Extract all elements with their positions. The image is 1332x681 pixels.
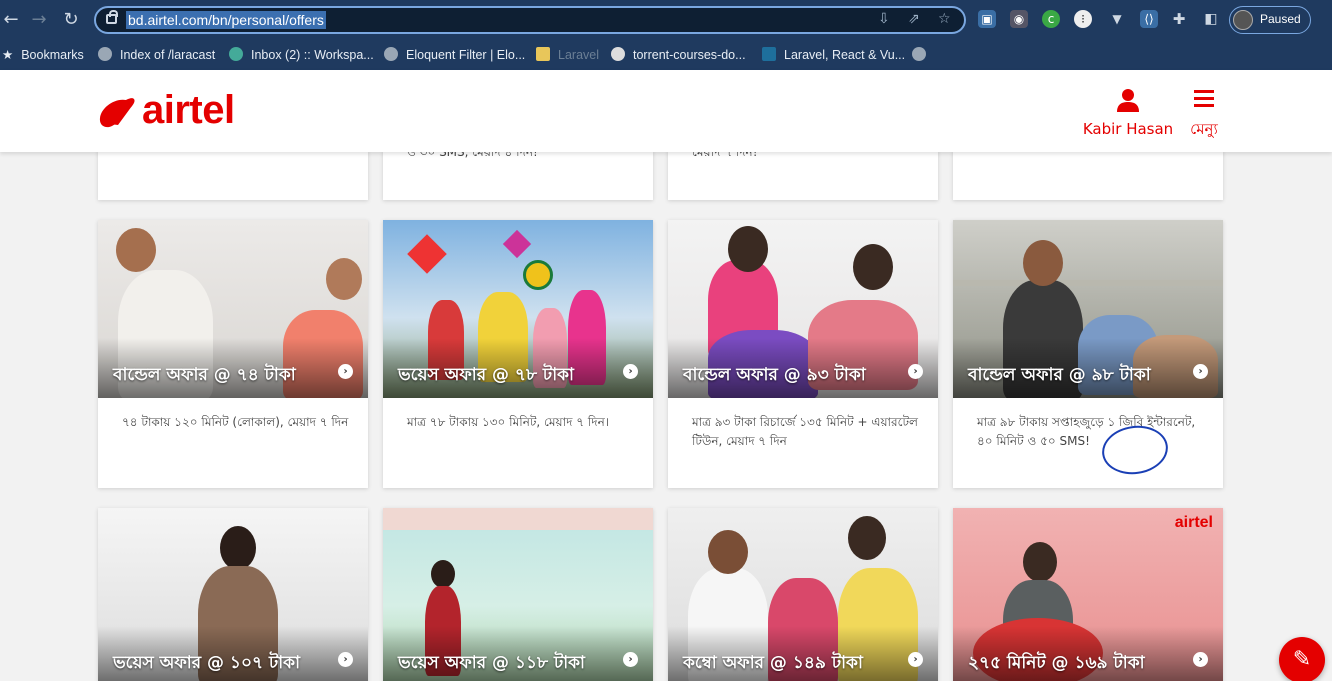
side-panel-icon[interactable]: ◧ (1202, 10, 1220, 28)
offer-card[interactable]: বান্ডেল অফার @ ৯৮ টাকা › মাত্র ৯৮ টাকায়… (953, 220, 1223, 488)
workspace-icon (229, 47, 243, 61)
bookmark-item[interactable]: Eloquent Filter | Elo... (384, 45, 525, 65)
site-icon (762, 47, 776, 61)
offer-card[interactable]: মেয়াদ ৭ দিন! (668, 145, 938, 200)
offer-card[interactable]: বান্ডেল অফার @ ৯৩ টাকা › মাত্র ৯৩ টাকা র… (668, 220, 938, 488)
share-icon[interactable]: ⇗ (908, 11, 920, 27)
offer-card[interactable] (953, 150, 1223, 200)
chevron-right-icon[interactable]: › (338, 364, 353, 379)
address-bar[interactable]: bd.airtel.com/bn/personal/offers ⇩ ⇗ ☆ (94, 6, 966, 34)
offer-card[interactable]: কম্বো অফার @ ১৪৯ টাকা › (668, 508, 938, 681)
globe-icon (98, 47, 112, 61)
menu-label: মেন্যু (1190, 120, 1218, 138)
offer-card[interactable]: ভয়েস অফার @ ১১৮ টাকা › (383, 508, 653, 681)
extension-icon[interactable]: c (1042, 10, 1060, 28)
extension-icon[interactable]: ▣ (978, 10, 996, 28)
back-icon[interactable]: ← (0, 9, 22, 31)
profile-button[interactable]: Paused (1229, 6, 1311, 34)
offer-title: ভয়েস অফার @ ৭৮ টাকা (398, 365, 574, 385)
bookmark-item[interactable]: Inbox (2) :: Workspa... (229, 45, 374, 65)
offer-description: মাত্র ৭৮ টাকায় ১৩০ মিনিট, মেয়াদ ৭ দিন। (407, 415, 610, 429)
install-icon[interactable]: ⇩ (878, 11, 890, 27)
chevron-right-icon[interactable]: › (623, 652, 638, 667)
url-text[interactable]: bd.airtel.com/bn/personal/offers (126, 11, 326, 29)
reload-icon[interactable]: ↻ (60, 9, 82, 31)
browser-toolbar: ← → ↻ bd.airtel.com/bn/personal/offers ⇩… (0, 0, 1332, 40)
offer-card[interactable]: airtel ২৭৫ মিনিট @ ১৬৯ টাকা › (953, 508, 1223, 681)
offer-card[interactable]: ভয়েস অফার @ ১০৭ টাকা › (98, 508, 368, 681)
offer-title: বান্ডেল অফার @ ৯৮ টাকা (968, 365, 1151, 385)
folder-icon (536, 47, 550, 61)
offer-card[interactable]: ভয়েস অফার @ ৭৮ টাকা › মাত্র ৭৮ টাকায় ১… (383, 220, 653, 488)
logo-text: airtel (142, 88, 235, 132)
bookmark-item[interactable]: Laravel (536, 45, 599, 65)
chat-support-button[interactable]: ✎ (1279, 637, 1325, 681)
chat-icon: ✎ (1292, 647, 1312, 672)
chevron-right-icon[interactable]: › (623, 364, 638, 379)
bookmark-item[interactable] (912, 45, 934, 65)
github-icon (611, 47, 625, 61)
globe-icon (384, 47, 398, 61)
forward-icon[interactable]: → (28, 9, 50, 31)
airtel-swirl-icon (99, 98, 135, 128)
user-icon (1117, 89, 1139, 112)
bookmark-item[interactable]: torrent-courses-do... (611, 45, 746, 65)
puzzle-icon[interactable]: ✚ (1170, 10, 1188, 28)
offer-description: মাত্র ৯৩ টাকা রিচার্জে ১৩৫ মিনিট + এয়ার… (692, 415, 918, 448)
offer-description: ৭৪ টাকায় ১২০ মিনিট (লোকাল), মেয়াদ ৭ দি… (122, 415, 349, 429)
lock-icon[interactable] (106, 10, 118, 24)
star-icon: ★ (2, 48, 14, 62)
profile-status: Paused (1260, 12, 1301, 26)
extension-icon[interactable]: ⁝ (1074, 10, 1092, 28)
offer-title: বান্ডেল অফার @ ৭৪ টাকা (113, 365, 296, 385)
extension-icon[interactable]: ⟨⟩ (1140, 10, 1158, 28)
chevron-right-icon[interactable]: › (1193, 364, 1208, 379)
chevron-right-icon[interactable]: › (908, 652, 923, 667)
star-icon[interactable]: ☆ (938, 11, 951, 27)
offer-card[interactable]: ও ৩০ SMS, মেয়াদ ৪ দিন! (383, 145, 653, 200)
globe-icon (912, 47, 926, 61)
offer-card[interactable]: বান্ডেল অফার @ ৭৪ টাকা › ৭৪ টাকায় ১২০ ম… (98, 220, 368, 488)
vue-devtools-icon[interactable]: ▼ (1108, 10, 1126, 28)
user-name: Kabir Hasan (1082, 120, 1174, 138)
offer-card[interactable] (98, 150, 368, 200)
bookmark-item[interactable]: ★ Bookmarks (2, 45, 84, 65)
site-header: airtel Kabir Hasan মেন্যু (0, 70, 1332, 152)
offer-title: ভয়েস অফার @ ১০৭ টাকা (113, 653, 300, 673)
account-button[interactable]: Kabir Hasan (1082, 88, 1174, 138)
extension-icon[interactable]: ◉ (1010, 10, 1028, 28)
bookmark-item[interactable]: Laravel, React & Vu... (762, 45, 905, 65)
menu-button[interactable]: মেন্যু (1184, 88, 1224, 143)
airtel-badge: airtel (1174, 514, 1213, 531)
chevron-right-icon[interactable]: › (908, 364, 923, 379)
chevron-right-icon[interactable]: › (1193, 652, 1208, 667)
offer-title: ভয়েস অফার @ ১১৮ টাকা (398, 653, 585, 673)
offer-description: মাত্র ৯৮ টাকায় সপ্তাহজুড়ে ১ জিবি ইন্টা… (977, 415, 1196, 448)
chevron-right-icon[interactable]: › (338, 652, 353, 667)
hamburger-icon (1194, 90, 1214, 107)
offer-title: কম্বো অফার @ ১৪৯ টাকা (683, 653, 863, 673)
avatar (1233, 10, 1253, 30)
bookmark-item[interactable]: Index of /laracast (98, 45, 215, 65)
offer-title: বান্ডেল অফার @ ৯৩ টাকা (683, 365, 866, 385)
offer-title: ২৭৫ মিনিট @ ১৬৯ টাকা (968, 653, 1145, 673)
bookmarks-bar: ★ Bookmarks Index of /laracast Inbox (2) … (0, 40, 1332, 70)
